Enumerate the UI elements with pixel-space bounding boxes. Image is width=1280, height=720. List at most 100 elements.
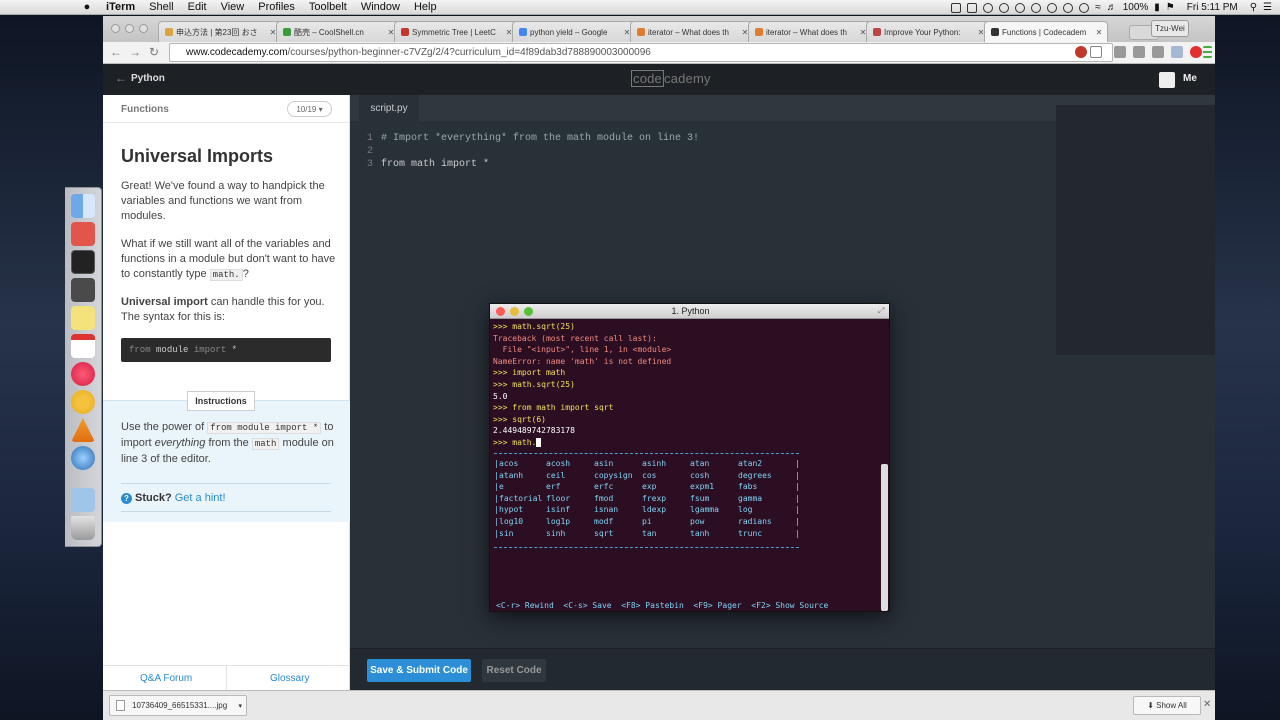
fullscreen-icon[interactable]: ⤢ bbox=[878, 306, 888, 316]
iterm-title-bar[interactable]: 1. Python bbox=[490, 304, 889, 319]
bookmark-star-icon[interactable] bbox=[1090, 46, 1102, 58]
terminal-scrollbar[interactable] bbox=[881, 464, 888, 611]
completion-menu[interactable]: | | acos acosh asin asinh atan atan2 | | atanh ceil… bbox=[494, 453, 800, 548]
completion-item[interactable]: fsum bbox=[690, 494, 709, 503]
close-tab-icon[interactable]: ✕ bbox=[1094, 28, 1104, 37]
quicktime-icon[interactable] bbox=[71, 446, 95, 470]
completion-item[interactable]: fabs bbox=[738, 482, 757, 491]
apple-icon[interactable]: ● bbox=[80, 1, 94, 13]
browser-tab[interactable]: python yield – Google ✕ bbox=[512, 21, 636, 42]
flag-icon[interactable]: ⚑ bbox=[1166, 2, 1175, 13]
show-all-downloads-button[interactable]: ⬇ Show All bbox=[1133, 696, 1201, 715]
window-close-button[interactable] bbox=[111, 24, 120, 33]
completion-item[interactable]: pi bbox=[642, 517, 652, 526]
menu-app-name[interactable]: iTerm bbox=[106, 1, 135, 13]
completion-item[interactable]: acos bbox=[499, 459, 518, 468]
trash-icon[interactable] bbox=[71, 516, 95, 540]
chevron-down-icon[interactable]: ▾ bbox=[238, 702, 242, 710]
status-icon-5[interactable] bbox=[1015, 2, 1026, 13]
wifi-icon[interactable]: ≈ bbox=[1095, 2, 1101, 13]
completion-item[interactable]: expm1 bbox=[690, 482, 714, 491]
completion-item[interactable]: ldexp bbox=[642, 505, 666, 514]
completion-item[interactable]: asinh bbox=[642, 459, 666, 468]
browser-tab[interactable]: 申込方法 | 第23回 おさ ✕ bbox=[158, 21, 282, 42]
completion-item[interactable]: asin bbox=[594, 459, 613, 468]
qa-forum-link[interactable]: Q&A Forum bbox=[140, 673, 192, 684]
get-hint-link[interactable]: ? Stuck? Get a hint! bbox=[121, 492, 226, 504]
forward-arrow-icon[interactable]: → bbox=[128, 45, 142, 59]
completion-item[interactable]: sinh bbox=[546, 529, 565, 538]
finder-icon[interactable] bbox=[71, 194, 95, 218]
completion-item[interactable]: modf bbox=[594, 517, 613, 526]
completion-item[interactable]: floor bbox=[546, 494, 570, 503]
menu-help[interactable]: Help bbox=[414, 1, 437, 13]
completion-item[interactable]: atanh bbox=[499, 471, 523, 480]
screen-sharing-icon[interactable] bbox=[71, 222, 95, 246]
code-line[interactable]: # Import *everything* from the math modu… bbox=[381, 133, 699, 144]
reset-code-button[interactable]: Reset Code bbox=[482, 659, 546, 682]
chrome-menu-icon[interactable] bbox=[1203, 46, 1212, 58]
code-line[interactable]: from math import * bbox=[381, 159, 489, 170]
blocked-icon[interactable] bbox=[1075, 46, 1087, 58]
browser-tab[interactable]: 酷壳 – CoolShell.cn ✕ bbox=[276, 21, 400, 42]
completion-item[interactable]: atan bbox=[690, 459, 709, 468]
completion-item[interactable]: e bbox=[499, 482, 504, 491]
menu-view[interactable]: View bbox=[221, 1, 245, 13]
completion-item[interactable]: degrees bbox=[738, 471, 772, 480]
completion-item[interactable]: erfc bbox=[594, 482, 613, 491]
minimize-button[interactable] bbox=[510, 307, 519, 316]
battery-percent[interactable]: 100% bbox=[1123, 2, 1149, 13]
file-tab-script[interactable]: script.py bbox=[359, 95, 419, 122]
status-icon-4[interactable] bbox=[999, 2, 1010, 13]
completion-item[interactable]: frexp bbox=[642, 494, 666, 503]
completion-item[interactable]: log1p bbox=[546, 517, 570, 526]
back-arrow-icon[interactable]: ← bbox=[109, 45, 123, 59]
browser-tab[interactable]: Functions | Codecadem ✕ bbox=[984, 21, 1108, 42]
completion-item[interactable]: sqrt bbox=[594, 529, 613, 538]
completion-item[interactable]: pow bbox=[690, 517, 704, 526]
completion-item[interactable]: sin bbox=[499, 529, 513, 538]
codecademy-logo[interactable]: code cademy bbox=[631, 70, 711, 87]
completion-item[interactable]: exp bbox=[642, 482, 656, 491]
status-icon-1[interactable] bbox=[951, 2, 962, 13]
extension-icon-2[interactable] bbox=[1133, 46, 1145, 58]
profile-button[interactable]: Tzu-Wei bbox=[1151, 20, 1189, 37]
glossary-link[interactable]: Glossary bbox=[270, 673, 309, 684]
itunes-icon[interactable] bbox=[71, 362, 95, 386]
completion-item[interactable]: erf bbox=[546, 482, 560, 491]
status-icon-6[interactable] bbox=[1031, 2, 1042, 13]
extension-icon-1[interactable] bbox=[1114, 46, 1126, 58]
stickies-icon[interactable] bbox=[71, 306, 95, 330]
completion-item[interactable]: factorial bbox=[499, 494, 542, 503]
status-icon-7[interactable] bbox=[1047, 2, 1058, 13]
menu-edit[interactable]: Edit bbox=[188, 1, 207, 13]
chrome-icon[interactable] bbox=[71, 390, 95, 414]
user-menu[interactable]: Me bbox=[1183, 73, 1197, 84]
menu-shell[interactable]: Shell bbox=[149, 1, 173, 13]
completion-item[interactable]: log bbox=[738, 505, 752, 514]
status-icon-2[interactable] bbox=[967, 2, 978, 13]
bluetooth-icon[interactable] bbox=[1063, 2, 1074, 13]
completion-item[interactable]: trunc bbox=[738, 529, 762, 538]
completion-item[interactable]: fmod bbox=[594, 494, 613, 503]
completion-item[interactable]: gamma bbox=[738, 494, 762, 503]
completion-item[interactable]: tanh bbox=[690, 529, 709, 538]
opera-extension-icon[interactable] bbox=[1190, 46, 1202, 58]
browser-tab[interactable]: iterator – What does th ✕ bbox=[630, 21, 754, 42]
completion-item[interactable]: tan bbox=[642, 529, 656, 538]
close-icon[interactable]: ✕ bbox=[1203, 699, 1211, 710]
completion-item[interactable]: hypot bbox=[499, 505, 523, 514]
back-arrow-icon[interactable]: ← bbox=[115, 71, 127, 85]
download-item[interactable]: 10736409_66515331....jpg ▾ bbox=[109, 695, 247, 716]
vlc-icon[interactable] bbox=[71, 418, 95, 442]
notification-center-icon[interactable]: ☰ bbox=[1263, 2, 1272, 13]
zoom-button[interactable] bbox=[524, 307, 533, 316]
save-submit-button[interactable]: Save & Submit Code bbox=[367, 659, 471, 682]
clock[interactable]: Fri 5:11 PM bbox=[1187, 2, 1238, 13]
completion-item[interactable]: atan2 bbox=[738, 459, 762, 468]
volume-icon[interactable]: ♬ bbox=[1107, 2, 1117, 13]
battery-icon[interactable]: ▮ bbox=[1154, 2, 1160, 13]
completion-item[interactable]: isinf bbox=[546, 505, 570, 514]
calendar-icon[interactable] bbox=[71, 334, 95, 358]
downloads-folder-icon[interactable] bbox=[71, 488, 95, 512]
